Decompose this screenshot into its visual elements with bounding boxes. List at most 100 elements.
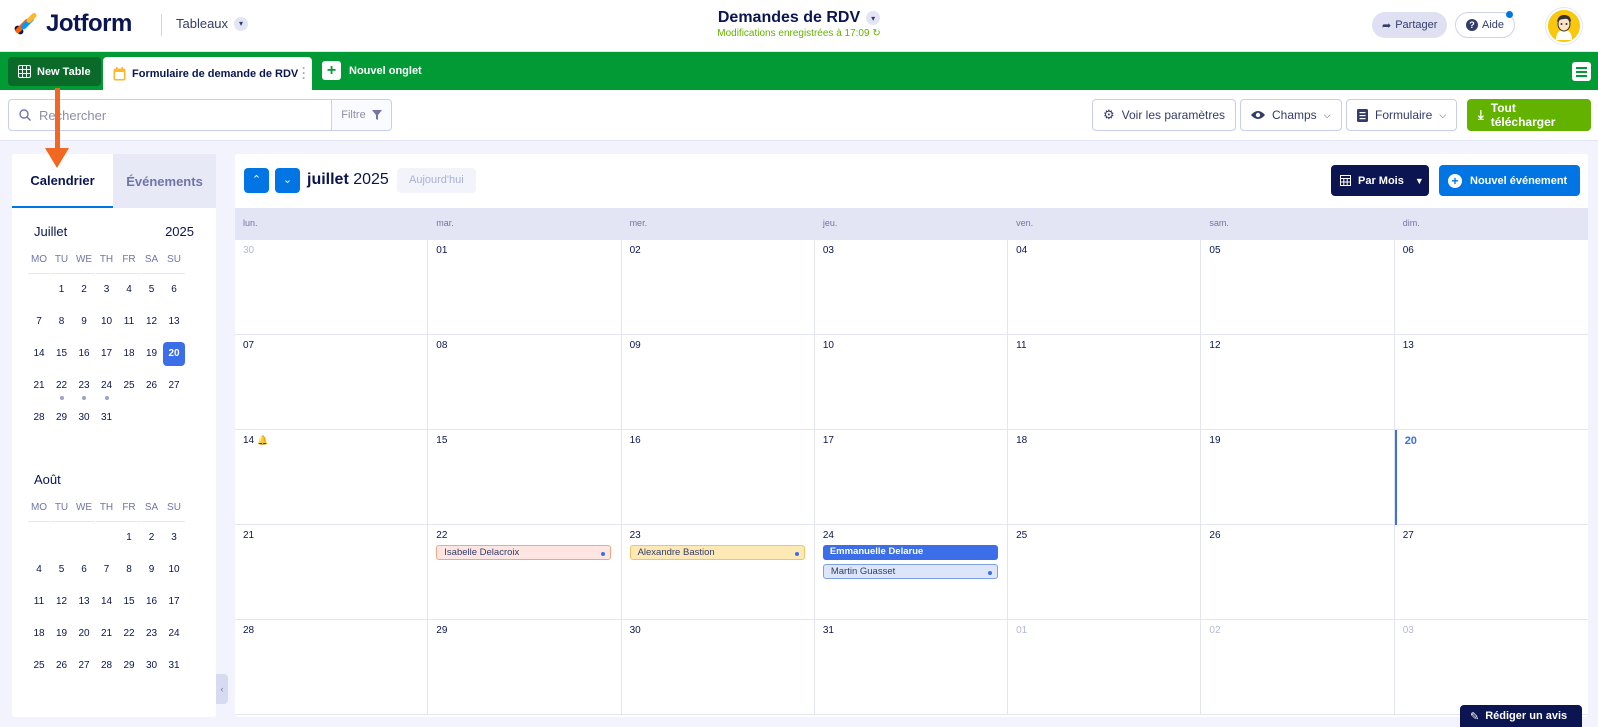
day-cell[interactable]: 08 bbox=[428, 335, 622, 430]
mini-day[interactable]: 16 bbox=[141, 586, 163, 618]
day-cell[interactable]: 25 bbox=[1008, 525, 1202, 620]
mini-day[interactable]: 2 bbox=[73, 274, 95, 306]
day-cell[interactable]: 29 bbox=[428, 620, 622, 715]
day-cell[interactable]: 17 bbox=[815, 430, 1009, 525]
mini-day[interactable]: 6 bbox=[73, 554, 95, 586]
day-cell[interactable]: 19 bbox=[1201, 430, 1395, 525]
next-month-button[interactable]: ⌄ bbox=[275, 168, 300, 193]
mini-day[interactable]: 20 bbox=[73, 618, 95, 650]
mini-day[interactable]: 27 bbox=[163, 370, 185, 402]
mini-day[interactable]: 17 bbox=[96, 338, 118, 370]
day-cell[interactable]: 06 bbox=[1395, 240, 1588, 335]
mini-day[interactable]: 1 bbox=[51, 274, 73, 306]
mini-day[interactable]: 15 bbox=[51, 338, 73, 370]
mini-day[interactable]: 3 bbox=[163, 522, 185, 554]
add-tab-button[interactable]: + Nouvel onglet bbox=[322, 61, 422, 80]
mini-day[interactable]: 25 bbox=[28, 650, 50, 682]
avatar[interactable] bbox=[1546, 8, 1582, 44]
day-cell[interactable]: 30 bbox=[622, 620, 815, 715]
day-cell[interactable]: 18 bbox=[1008, 430, 1202, 525]
mini-day[interactable]: 24 bbox=[163, 618, 185, 650]
mini-day[interactable]: 19 bbox=[51, 618, 73, 650]
mini-day[interactable]: 12 bbox=[51, 586, 73, 618]
mini-day[interactable]: 16 bbox=[73, 338, 95, 370]
mini-day[interactable]: 22 bbox=[51, 370, 73, 402]
day-cell-today[interactable]: 20 bbox=[1394, 430, 1588, 525]
mini-day[interactable]: 4 bbox=[28, 554, 50, 586]
view-mode-dropdown[interactable]: Par Mois ▼ bbox=[1331, 165, 1429, 196]
day-cell[interactable]: 28 bbox=[235, 620, 429, 715]
day-cell[interactable]: 31 bbox=[815, 620, 1009, 715]
day-cell[interactable]: 12 bbox=[1201, 335, 1395, 430]
mini-day[interactable]: 26 bbox=[51, 650, 73, 682]
collapse-sidebar-button[interactable]: ‹ bbox=[216, 674, 228, 704]
mini-day[interactable]: 8 bbox=[118, 554, 140, 586]
mini-day[interactable]: 2 bbox=[141, 522, 163, 554]
day-cell[interactable]: 02 bbox=[622, 240, 815, 335]
day-cell[interactable]: 24 Emmanuelle Delarue Martin Guasset bbox=[815, 525, 1009, 620]
mini-day[interactable]: 9 bbox=[141, 554, 163, 586]
filter-button[interactable]: Filtre bbox=[331, 99, 392, 131]
day-cell[interactable]: 01 bbox=[428, 240, 622, 335]
mini-day[interactable]: 29 bbox=[51, 402, 73, 434]
mini-day[interactable]: 24 bbox=[96, 370, 118, 402]
day-cell[interactable]: 26 bbox=[1201, 525, 1395, 620]
day-cell[interactable]: 09 bbox=[622, 335, 815, 430]
day-cell[interactable]: 04 bbox=[1008, 240, 1202, 335]
mini-day[interactable]: 7 bbox=[96, 554, 118, 586]
mini-day[interactable]: 30 bbox=[73, 402, 95, 434]
mini-day[interactable]: 10 bbox=[96, 306, 118, 338]
today-button[interactable]: Aujourd'hui bbox=[397, 168, 476, 193]
mini-day[interactable]: 9 bbox=[73, 306, 95, 338]
day-cell[interactable]: 05 bbox=[1201, 240, 1395, 335]
mini-day-today[interactable]: 20 bbox=[163, 342, 185, 366]
download-all-button[interactable]: ⤓ Tout télécharger bbox=[1467, 99, 1591, 131]
day-cell[interactable]: 02 bbox=[1201, 620, 1395, 715]
day-cell[interactable]: 16 bbox=[622, 430, 815, 525]
day-cell[interactable]: 30 bbox=[235, 240, 429, 335]
event-chip[interactable]: Martin Guasset bbox=[822, 564, 998, 579]
mini-day[interactable]: 14 bbox=[28, 338, 50, 370]
day-cell[interactable]: 21 bbox=[235, 525, 429, 620]
mini-day[interactable]: 7 bbox=[28, 306, 50, 338]
view-settings-button[interactable]: ⚙ Voir les paramètres bbox=[1092, 99, 1237, 131]
document-title[interactable]: Demandes de RDV ▾ bbox=[0, 9, 1598, 27]
mini-day[interactable]: 13 bbox=[163, 306, 185, 338]
event-chip[interactable]: Isabelle Delacroix bbox=[436, 545, 612, 560]
previous-month-button[interactable]: ⌃ bbox=[244, 168, 269, 193]
fields-button[interactable]: Champs ⌵ bbox=[1240, 99, 1342, 131]
tab-evenements[interactable]: Événements bbox=[113, 154, 216, 208]
mini-day[interactable]: 25 bbox=[118, 370, 140, 402]
mini-day[interactable]: 3 bbox=[96, 274, 118, 306]
mini-day[interactable]: 14 bbox=[96, 586, 118, 618]
mini-day[interactable]: 6 bbox=[163, 274, 185, 306]
mini-day[interactable]: 27 bbox=[73, 650, 95, 682]
day-cell[interactable]: 27 bbox=[1395, 525, 1588, 620]
day-cell[interactable]: 23 Alexandre Bastion bbox=[622, 525, 815, 620]
mini-day[interactable]: 19 bbox=[141, 338, 163, 370]
mini-day[interactable]: 21 bbox=[96, 618, 118, 650]
mini-day[interactable]: 28 bbox=[96, 650, 118, 682]
share-button[interactable]: ➦ Partager bbox=[1372, 12, 1448, 38]
mini-day[interactable]: 11 bbox=[118, 306, 140, 338]
mini-day[interactable]: 5 bbox=[141, 274, 163, 306]
mini-day[interactable]: 29 bbox=[118, 650, 140, 682]
tab-new-table[interactable]: New Table bbox=[8, 57, 101, 86]
mini-day[interactable]: 11 bbox=[28, 586, 50, 618]
day-cell[interactable]: 07 bbox=[235, 335, 429, 430]
day-cell[interactable]: 13 bbox=[1395, 335, 1588, 430]
mini-day[interactable]: 17 bbox=[163, 586, 185, 618]
day-cell[interactable]: 11 bbox=[1008, 335, 1202, 430]
write-review-button[interactable]: ✎ Rédiger un avis bbox=[1460, 705, 1582, 727]
day-cell[interactable]: 03 bbox=[815, 240, 1009, 335]
mini-day[interactable]: 21 bbox=[28, 370, 50, 402]
day-cell[interactable]: 10 bbox=[815, 335, 1009, 430]
mini-day[interactable]: 10 bbox=[163, 554, 185, 586]
mini-day[interactable]: 31 bbox=[163, 650, 185, 682]
mini-day[interactable]: 4 bbox=[118, 274, 140, 306]
search-input[interactable] bbox=[39, 107, 319, 123]
mini-day[interactable]: 18 bbox=[28, 618, 50, 650]
mini-day[interactable]: 28 bbox=[28, 402, 50, 434]
event-chip[interactable]: Alexandre Bastion bbox=[629, 545, 805, 560]
mini-day[interactable]: 13 bbox=[73, 586, 95, 618]
